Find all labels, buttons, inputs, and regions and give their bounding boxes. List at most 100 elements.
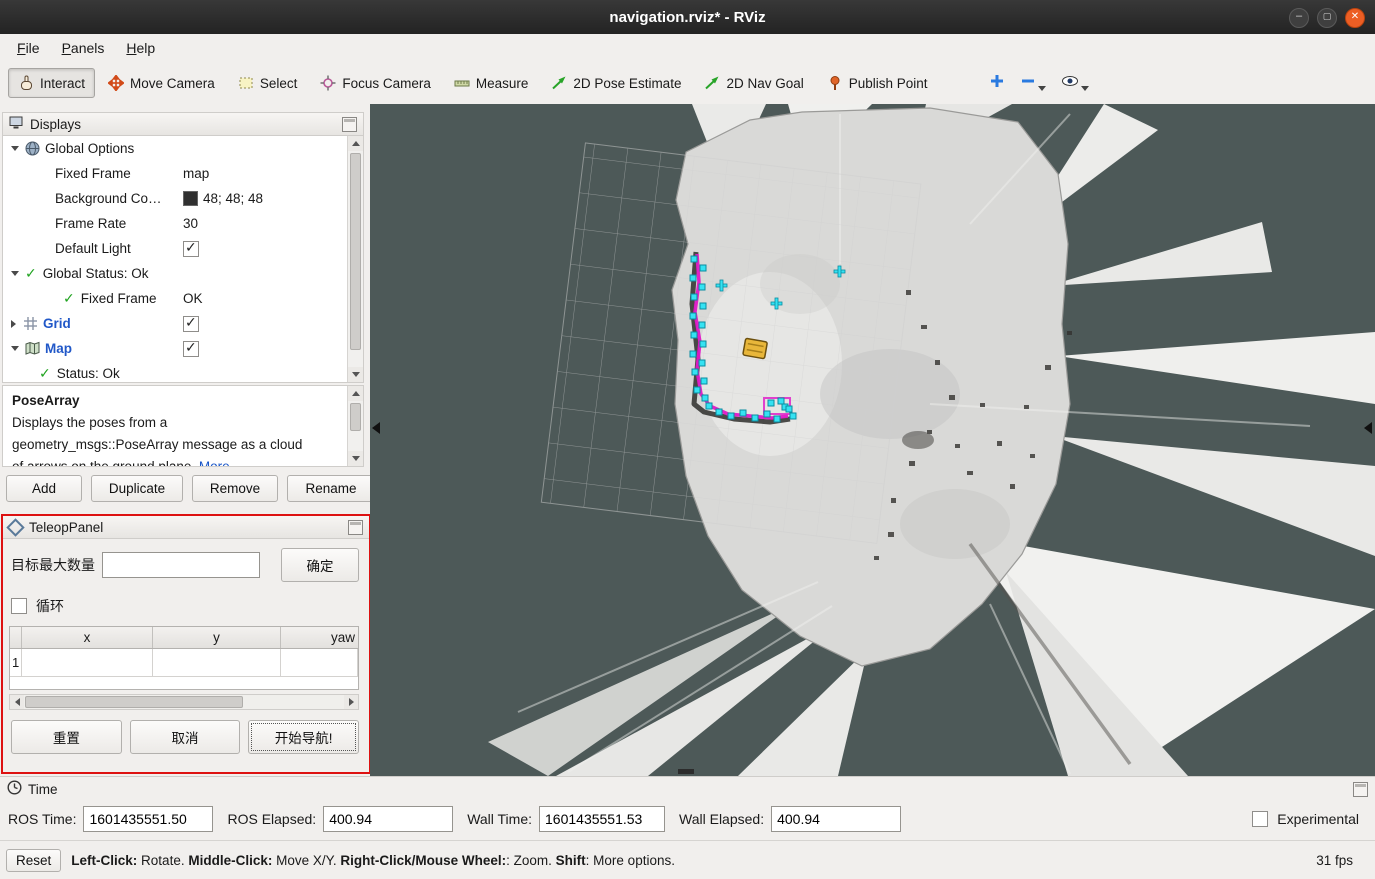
minimize-button[interactable] bbox=[1289, 8, 1309, 28]
scroll-down-arrow[interactable] bbox=[348, 451, 363, 466]
cell-yaw[interactable] bbox=[281, 649, 358, 677]
rename-display-button[interactable]: Rename bbox=[287, 475, 375, 502]
scroll-up-arrow[interactable] bbox=[348, 386, 363, 401]
cell-y[interactable] bbox=[153, 649, 281, 677]
bottom-splitter-handle[interactable] bbox=[678, 769, 694, 774]
more-link[interactable]: More bbox=[199, 459, 230, 467]
window-titlebar[interactable]: navigation.rviz* - RViz bbox=[0, 0, 1375, 34]
globe-icon bbox=[25, 141, 40, 156]
map-enabled-checkbox[interactable] bbox=[183, 341, 199, 357]
remove-display-button[interactable]: Remove bbox=[192, 475, 278, 502]
description-title: PoseArray bbox=[12, 390, 354, 412]
default-light-checkbox[interactable] bbox=[183, 241, 199, 257]
reset-button[interactable]: Reset bbox=[6, 849, 61, 872]
tree-row-frame-rate[interactable]: Frame Rate 30 bbox=[3, 211, 363, 236]
expander-right-icon[interactable] bbox=[11, 320, 16, 328]
panel-float-button[interactable] bbox=[342, 117, 357, 132]
duplicate-display-button[interactable]: Duplicate bbox=[91, 475, 183, 502]
remove-tool-button[interactable] bbox=[1014, 68, 1052, 99]
color-swatch[interactable] bbox=[183, 191, 198, 206]
render-view[interactable] bbox=[370, 104, 1375, 776]
wall-time-input[interactable] bbox=[539, 806, 665, 832]
grid-enabled-checkbox[interactable] bbox=[183, 316, 199, 332]
monitor-icon bbox=[9, 115, 24, 133]
tree-row-background-color[interactable]: Background Co… 48; 48; 48 bbox=[3, 186, 363, 211]
select-tool-button[interactable]: Select bbox=[228, 68, 308, 98]
tree-row-global-options[interactable]: Global Options bbox=[3, 136, 363, 161]
expander-down-icon[interactable] bbox=[11, 146, 19, 151]
mouse-help-text: Left-Click: Rotate. Middle-Click: Move X… bbox=[71, 853, 675, 868]
add-display-button[interactable]: Add bbox=[6, 475, 82, 502]
maximize-button[interactable] bbox=[1317, 8, 1337, 28]
move-camera-tool-button[interactable]: Move Camera bbox=[98, 68, 225, 98]
tool-visibility-button[interactable] bbox=[1055, 68, 1095, 99]
cancel-goals-button[interactable]: 取消 bbox=[130, 720, 241, 754]
cell-x[interactable] bbox=[22, 649, 153, 677]
displays-panel-header[interactable]: Displays bbox=[2, 112, 364, 136]
tree-scrollbar[interactable] bbox=[347, 136, 363, 382]
displays-panel-title: Displays bbox=[30, 117, 81, 132]
publish-point-tool-button[interactable]: Publish Point bbox=[817, 68, 938, 98]
pose-estimate-tool-button[interactable]: 2D Pose Estimate bbox=[541, 68, 691, 98]
menu-file[interactable]: File bbox=[6, 36, 51, 60]
tree-row-status-fixed-frame[interactable]: Fixed Frame OK bbox=[3, 286, 363, 311]
menu-help[interactable]: Help bbox=[115, 36, 166, 60]
description-scrollbar[interactable] bbox=[347, 386, 363, 466]
scroll-left-arrow[interactable] bbox=[10, 695, 24, 709]
panel-float-button[interactable] bbox=[348, 520, 363, 535]
column-header-yaw[interactable]: yaw bbox=[281, 627, 358, 648]
add-tool-button[interactable] bbox=[983, 68, 1011, 99]
minus-icon bbox=[1020, 73, 1036, 94]
fixed-frame-value[interactable]: map bbox=[183, 166, 209, 181]
clock-icon bbox=[7, 780, 22, 798]
expander-down-icon[interactable] bbox=[11, 346, 19, 351]
interact-tool-button[interactable]: Interact bbox=[8, 68, 95, 98]
scrollbar-thumb[interactable] bbox=[350, 403, 361, 431]
wall-elapsed-input[interactable] bbox=[771, 806, 901, 832]
column-header-y[interactable]: y bbox=[153, 627, 281, 648]
goals-table-hscrollbar[interactable] bbox=[9, 694, 359, 710]
plus-icon bbox=[989, 73, 1005, 94]
measure-tool-button[interactable]: Measure bbox=[444, 68, 539, 98]
status-bar: Reset Left-Click: Rotate. Middle-Click: … bbox=[0, 840, 1375, 879]
menu-panels[interactable]: Panels bbox=[51, 36, 116, 60]
confirm-button[interactable]: 确定 bbox=[281, 548, 359, 582]
nav-goal-tool-button[interactable]: 2D Nav Goal bbox=[694, 68, 813, 98]
scrollbar-thumb[interactable] bbox=[350, 153, 361, 350]
ros-elapsed-input[interactable] bbox=[323, 806, 453, 832]
panel-float-button[interactable] bbox=[1353, 782, 1368, 797]
tool-bar: Interact Move Camera Select Focus Camera… bbox=[0, 62, 1375, 105]
tree-row-map[interactable]: Map bbox=[3, 336, 363, 361]
splitter-collapse-right-button[interactable] bbox=[1364, 422, 1372, 434]
scrollbar-thumb[interactable] bbox=[25, 696, 243, 708]
splitter-collapse-left-button[interactable] bbox=[372, 422, 380, 434]
background-color-value[interactable]: 48; 48; 48 bbox=[203, 191, 263, 206]
scroll-right-arrow[interactable] bbox=[344, 695, 358, 709]
map-display-icon bbox=[25, 341, 40, 356]
displays-tree: Global Options Fixed Frame map Backgroun… bbox=[2, 136, 364, 383]
tree-row-map-status[interactable]: Status: Ok bbox=[3, 361, 363, 383]
scroll-up-arrow[interactable] bbox=[348, 136, 363, 151]
tree-row-fixed-frame[interactable]: Fixed Frame map bbox=[3, 161, 363, 186]
window-title: navigation.rviz* - RViz bbox=[609, 9, 765, 26]
focus-camera-tool-button[interactable]: Focus Camera bbox=[310, 68, 441, 98]
expander-down-icon[interactable] bbox=[11, 271, 19, 276]
experimental-checkbox[interactable] bbox=[1252, 811, 1268, 827]
reset-goals-button[interactable]: 重置 bbox=[11, 720, 122, 754]
tree-row-default-light[interactable]: Default Light bbox=[3, 236, 363, 261]
focus-crosshair-icon bbox=[320, 75, 336, 91]
teleop-panel-header[interactable]: TeleopPanel bbox=[3, 516, 369, 539]
grid-display-icon bbox=[23, 316, 38, 331]
column-header-x[interactable]: x bbox=[22, 627, 153, 648]
close-button[interactable] bbox=[1345, 8, 1365, 28]
time-panel-header[interactable]: Time bbox=[0, 777, 1375, 801]
tree-row-grid[interactable]: Grid bbox=[3, 311, 363, 336]
select-box-icon bbox=[238, 75, 254, 91]
max-goal-count-input[interactable] bbox=[102, 552, 260, 578]
start-navigation-button[interactable]: 开始导航! bbox=[248, 720, 359, 754]
scroll-down-arrow[interactable] bbox=[348, 367, 363, 382]
tree-row-global-status[interactable]: Global Status: Ok bbox=[3, 261, 363, 286]
ros-time-input[interactable] bbox=[83, 806, 213, 832]
frame-rate-value[interactable]: 30 bbox=[183, 216, 198, 231]
loop-checkbox[interactable] bbox=[11, 598, 27, 614]
